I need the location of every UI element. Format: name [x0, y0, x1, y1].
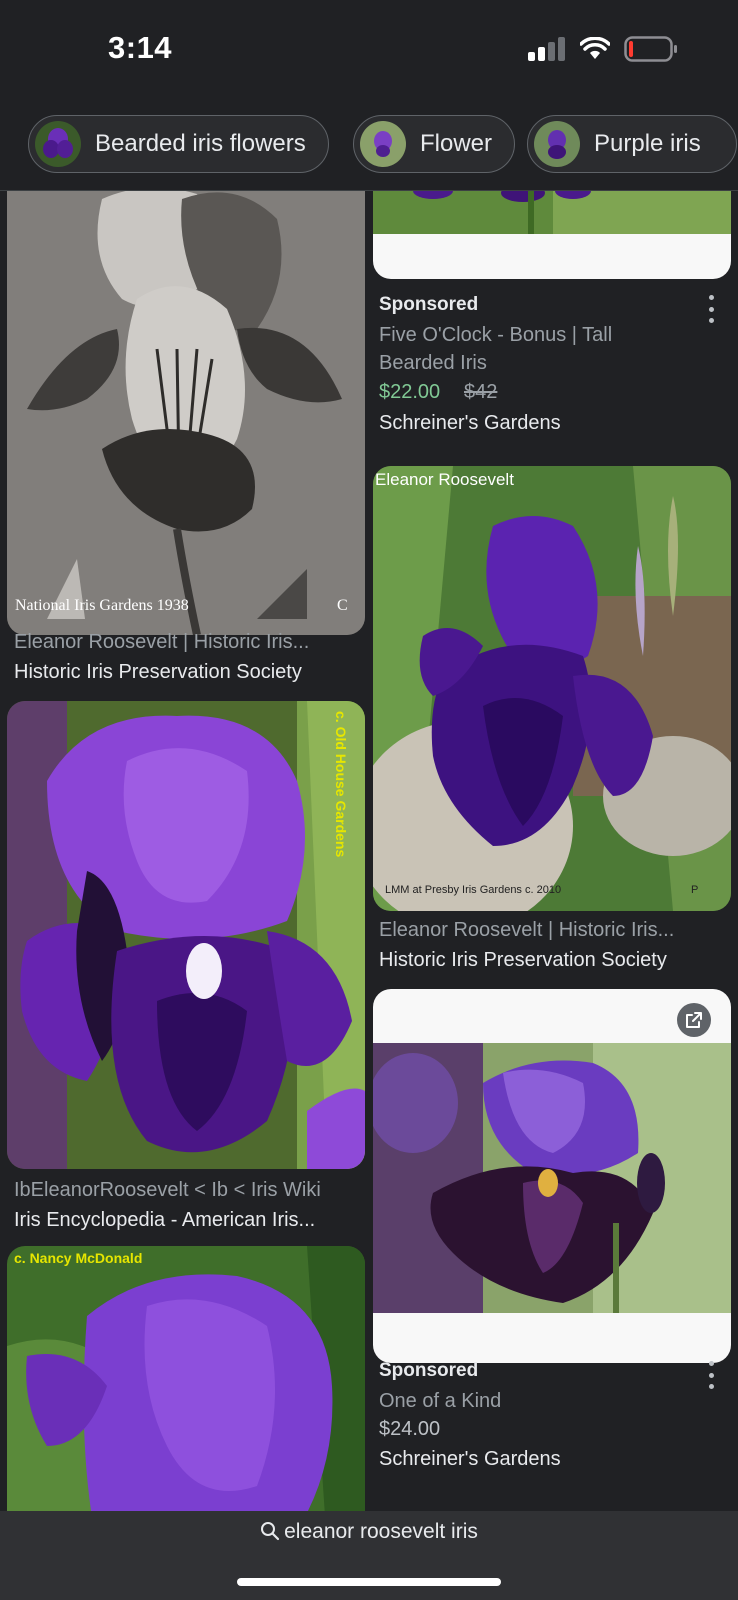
status-bar: 3:14 [0, 0, 738, 100]
product-old-price: $42 [464, 381, 498, 403]
iris-thumbnail-icon [35, 121, 81, 167]
iris-thumbnail-icon [360, 121, 406, 167]
status-time: 3:14 [108, 30, 173, 65]
sponsored-product-image[interactable] [373, 191, 731, 279]
result-title[interactable]: Eleanor Roosevelt | Historic Iris... [379, 919, 719, 942]
sponsored-label: Sponsored [379, 294, 479, 315]
result-title[interactable]: Eleanor Roosevelt | Historic Iris... [14, 631, 354, 654]
result-image-nancy-mcdonald[interactable]: c. Nancy McDonald [7, 1246, 365, 1511]
result-source[interactable]: Historic Iris Preservation Society [14, 661, 354, 684]
merchant-name[interactable]: Schreiner's Gardens [379, 412, 561, 435]
wifi-icon [580, 37, 610, 59]
image-watermark-credit: LMM at Presby Iris Gardens c. 2010 [385, 884, 562, 896]
chip-label: Purple iris [594, 130, 701, 157]
home-indicator[interactable] [237, 1578, 501, 1586]
chip-label: Flower [420, 130, 493, 157]
battery-low-icon [624, 36, 677, 62]
result-title[interactable]: IbEleanorRoosevelt < Ib < Iris Wiki [14, 1179, 354, 1202]
sponsored-label: Sponsored [379, 1360, 479, 1381]
image-watermark: Eleanor Roosevelt [375, 470, 514, 489]
iris-thumbnail-icon [534, 121, 580, 167]
related-search-chips: Bearded iris flowers Flower Purple iris [0, 112, 738, 178]
iris-photo-bw [7, 191, 365, 635]
product-price: $24.00 [379, 1418, 441, 1440]
status-icons [528, 36, 678, 62]
product-price: $22.00 [379, 381, 441, 403]
image-results-grid: National Iris Gardens 1938 C Eleanor Roo… [0, 191, 738, 1511]
iris-photo-purple-2 [7, 1246, 365, 1511]
more-options-icon[interactable] [701, 1361, 721, 1389]
search-query-text: eleanor roosevelt iris [284, 1520, 478, 1543]
signal-icon [528, 37, 565, 61]
result-image-purple-iris[interactable]: c. Old House Gardens [7, 701, 365, 1169]
iris-photo-ruffled [373, 1043, 731, 1313]
chip-purple-iris[interactable]: Purple iris [527, 115, 737, 173]
iris-photo-purple [7, 701, 365, 1169]
open-external-icon[interactable] [677, 1003, 711, 1037]
image-watermark-mark: P [691, 884, 699, 896]
chip-flower[interactable]: Flower [353, 115, 516, 173]
image-watermark: c. Old House Gardens [333, 711, 349, 858]
search-icon [261, 1522, 280, 1541]
result-source[interactable]: Iris Encyclopedia - American Iris... [14, 1209, 354, 1232]
sponsored-product-image[interactable] [373, 989, 731, 1363]
iris-photo-rocks [373, 466, 731, 911]
image-watermark-mark: C [337, 597, 348, 614]
chip-label: Bearded iris flowers [95, 130, 306, 157]
image-watermark: c. Nancy McDonald [14, 1250, 143, 1266]
chip-bearded-iris-flowers[interactable]: Bearded iris flowers [28, 115, 329, 173]
more-options-icon[interactable] [701, 295, 721, 323]
result-source[interactable]: Historic Iris Preservation Society [379, 949, 719, 972]
merchant-name[interactable]: Schreiner's Gardens [379, 1448, 561, 1471]
product-title[interactable]: Five O'Clock - Bonus | Tall Bearded Iris [379, 321, 669, 377]
result-image-historic-bw[interactable]: National Iris Gardens 1938 C [7, 191, 365, 635]
product-title[interactable]: One of a Kind [379, 1387, 669, 1415]
search-query-bar[interactable]: eleanor roosevelt iris [0, 1520, 738, 1544]
result-image-presby-iris[interactable]: Eleanor Roosevelt LMM at Presby Iris Gar… [373, 466, 731, 911]
iris-photo-product [373, 191, 731, 234]
image-watermark: National Iris Gardens 1938 [15, 597, 189, 614]
